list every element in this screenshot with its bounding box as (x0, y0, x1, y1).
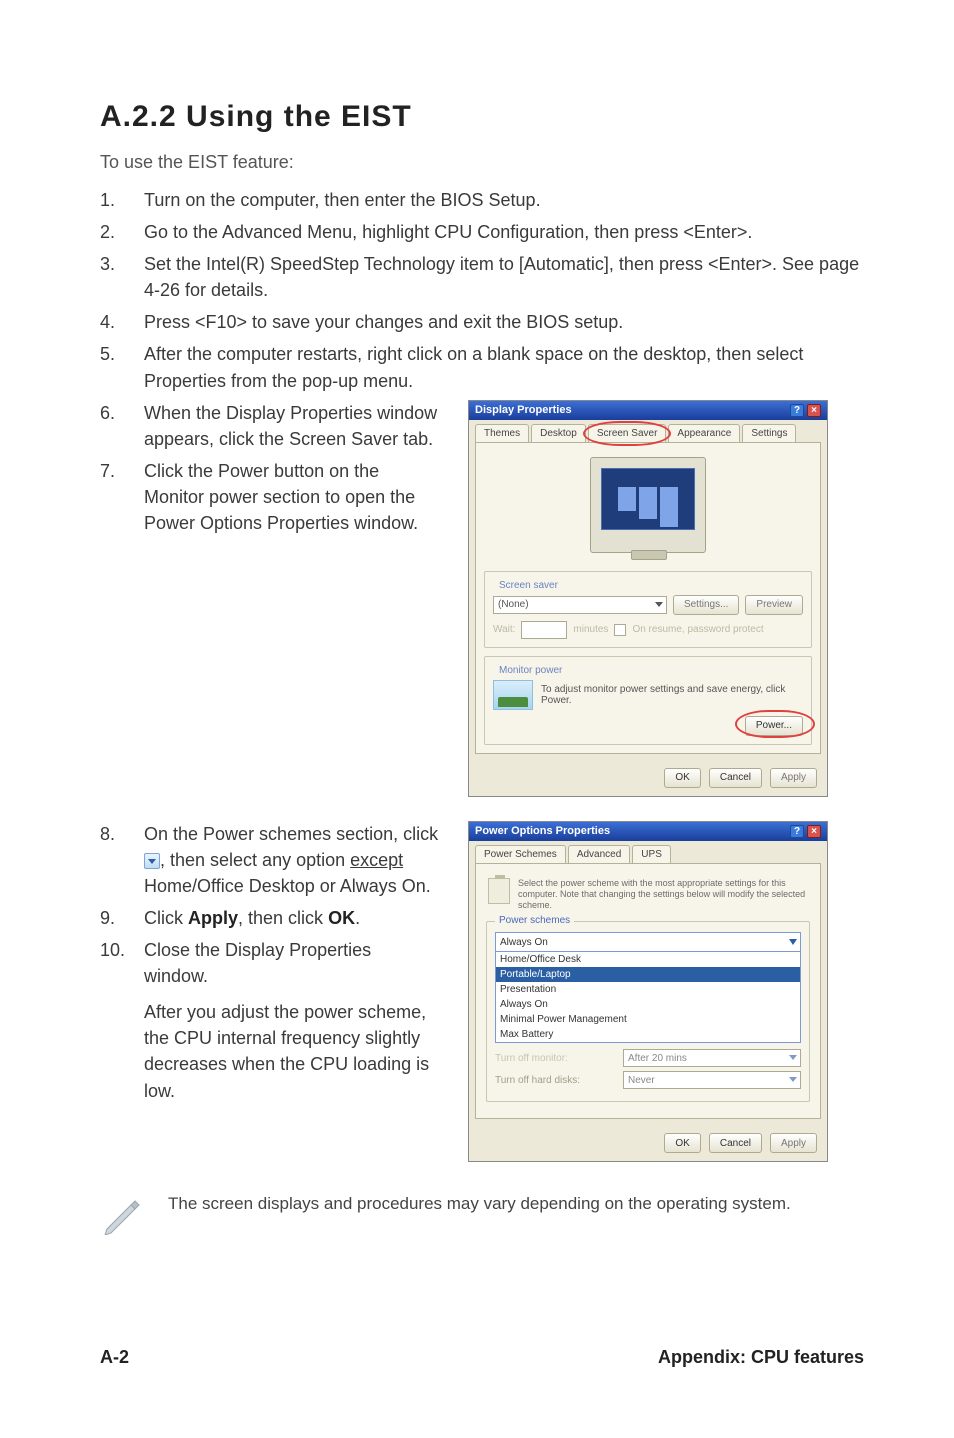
power-options-window: Power Options Properties ? × Power Schem… (468, 821, 828, 1163)
apply-button[interactable]: Apply (770, 768, 817, 788)
step-num-8: 8. (100, 821, 144, 847)
scheme-option-always-on[interactable]: Always On (496, 997, 800, 1012)
intro-text: To use the EIST feature: (100, 152, 864, 173)
footer-title: Appendix: CPU features (658, 1347, 864, 1368)
step-8c: Home/Office Desktop or Always On. (144, 876, 431, 896)
dropdown-arrow-icon (144, 853, 160, 869)
step-num-4: 4. (100, 309, 144, 335)
tab-themes[interactable]: Themes (475, 424, 529, 442)
step-num-2: 2. (100, 219, 144, 245)
step-7: Click the Power button on the Monitor po… (144, 458, 440, 536)
step-8a: On the Power schemes section, click (144, 824, 438, 844)
tab-screen-saver[interactable]: Screen Saver (588, 424, 667, 442)
screensaver-group-label: Screen saver (495, 580, 562, 591)
power-cancel-button[interactable]: Cancel (709, 1133, 762, 1153)
close-icon[interactable]: × (807, 404, 821, 417)
note-pencil-icon (100, 1192, 144, 1236)
step-num-7: 7. (100, 458, 144, 484)
power-ok-button[interactable]: OK (664, 1133, 700, 1153)
scheme-option-portable[interactable]: Portable/Laptop (496, 967, 800, 982)
scheme-option-presentation[interactable]: Presentation (496, 982, 800, 997)
tab-ups[interactable]: UPS (632, 845, 671, 863)
step-9a: Click (144, 908, 188, 928)
tab-power-schemes[interactable]: Power Schemes (475, 845, 566, 863)
step-num-1: 1. (100, 187, 144, 213)
step-3: Set the Intel(R) SpeedStep Technology it… (144, 251, 864, 303)
monitor-timeout-value: After 20 mins (628, 1053, 687, 1064)
step-8b: , then select any option (160, 850, 350, 870)
step-5: After the computer restarts, right click… (144, 341, 864, 393)
step-2: Go to the Advanced Menu, highlight CPU C… (144, 219, 864, 245)
step-9c: . (355, 908, 360, 928)
step-9: Click Apply, then click OK. (144, 905, 440, 931)
power-apply-button[interactable]: Apply (770, 1133, 817, 1153)
monitor-preview-icon (590, 457, 706, 553)
preview-button[interactable]: Preview (745, 595, 803, 615)
monitor-timeout-dropdown[interactable]: After 20 mins (623, 1049, 801, 1067)
scheme-option-max-battery[interactable]: Max Battery (496, 1027, 800, 1042)
power-desc-text: Select the power scheme with the most ap… (518, 878, 808, 912)
screensaver-value: (None) (498, 599, 529, 610)
step-9-ok: OK (328, 908, 355, 928)
power-scheme-selected: Always On (500, 937, 548, 948)
step-9-apply: Apply (188, 908, 238, 928)
scheme-option-home[interactable]: Home/Office Desk (496, 952, 800, 967)
step-9b: , then click (238, 908, 328, 928)
step-num-10: 10. (100, 937, 144, 963)
power-window-title: Power Options Properties (475, 825, 610, 837)
display-properties-window: Display Properties ? × Themes Desktop Sc… (468, 400, 828, 797)
window-title: Display Properties (475, 404, 572, 416)
tab-advanced[interactable]: Advanced (568, 845, 630, 863)
close-icon-2[interactable]: × (807, 825, 821, 838)
page-number: A-2 (100, 1347, 129, 1368)
note-text: The screen displays and procedures may v… (168, 1192, 791, 1216)
step-8-except: except (350, 850, 403, 870)
help-button-icon[interactable]: ? (790, 404, 804, 417)
red-circle-annotation (735, 710, 815, 738)
tab-desktop[interactable]: Desktop (531, 424, 586, 442)
after-text: After you adjust the power scheme, the C… (144, 999, 440, 1103)
step-num-9: 9. (100, 905, 144, 931)
wait-spinner[interactable] (521, 621, 567, 639)
monitor-power-group-label: Monitor power (495, 665, 566, 676)
scheme-option-minimal[interactable]: Minimal Power Management (496, 1012, 800, 1027)
cancel-button[interactable]: Cancel (709, 768, 762, 788)
hdd-timeout-dropdown[interactable]: Never (623, 1071, 801, 1089)
step-6: When the Display Properties window appea… (144, 400, 440, 452)
battery-icon (488, 878, 510, 904)
power-scheme-list[interactable]: Home/Office Desk Portable/Laptop Present… (495, 952, 801, 1043)
power-scheme-dropdown[interactable]: Always On (495, 932, 801, 952)
ok-button[interactable]: OK (664, 768, 700, 788)
settings-button[interactable]: Settings... (673, 595, 739, 615)
power-schemes-group-label: Power schemes (495, 915, 574, 926)
step-8: On the Power schemes section, click , th… (144, 821, 440, 899)
tab-settings[interactable]: Settings (742, 424, 796, 442)
step-num-5: 5. (100, 341, 144, 367)
step-4: Press <F10> to save your changes and exi… (144, 309, 864, 335)
power-thumbnail-icon (493, 680, 533, 710)
resume-checkbox[interactable] (614, 624, 626, 636)
step-num-6: 6. (100, 400, 144, 426)
turn-off-monitor-label: Turn off monitor: (495, 1053, 615, 1064)
help-button-icon-2[interactable]: ? (790, 825, 804, 838)
hdd-timeout-value: Never (628, 1075, 655, 1086)
section-heading: A.2.2 Using the EIST (100, 100, 864, 134)
turn-off-hdd-label: Turn off hard disks: (495, 1075, 615, 1086)
wait-label: Wait: (493, 624, 515, 635)
step-num-3: 3. (100, 251, 144, 277)
monitor-power-text: To adjust monitor power settings and sav… (541, 684, 803, 706)
resume-label: On resume, password protect (632, 624, 763, 635)
step-10: Close the Display Properties window. (144, 940, 371, 986)
screensaver-dropdown[interactable]: (None) (493, 596, 667, 614)
wait-min: minutes (573, 624, 608, 635)
tab-appearance[interactable]: Appearance (668, 424, 740, 442)
step-1: Turn on the computer, then enter the BIO… (144, 187, 864, 213)
